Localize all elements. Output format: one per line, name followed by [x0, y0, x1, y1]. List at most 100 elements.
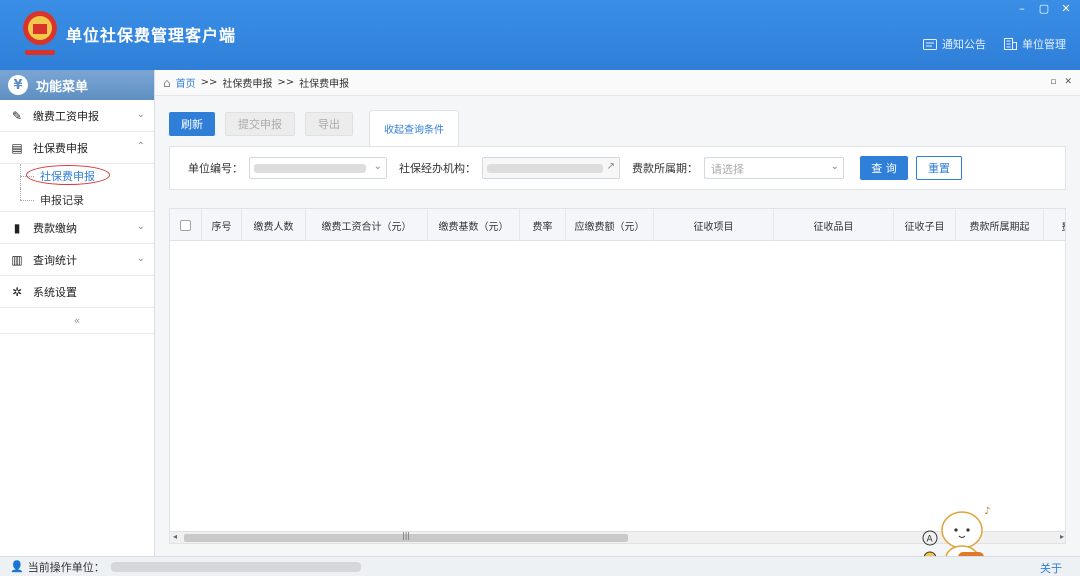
national-emblem-logo: [23, 11, 57, 55]
column-header[interactable]: 费: [1044, 209, 1066, 241]
building-icon: [1004, 38, 1017, 50]
restore-icon[interactable]: ▫: [1050, 77, 1056, 87]
status-bar: 👤 当前操作单位： 关于: [0, 556, 1080, 576]
sidebar-subitem-declare-records[interactable]: 申报记录: [0, 188, 154, 212]
agency-field[interactable]: ↗: [482, 157, 620, 179]
panel-controls: ▫ ✕: [1050, 77, 1072, 87]
sidebar-item-payment[interactable]: ▮ 费款缴纳 ⌄: [0, 212, 154, 244]
unit-manage-label: 单位管理: [1022, 38, 1066, 51]
query-panel: 单位编号： ⌄ 社保经办机构： ↗ 费款所属期： 请选择 ⌄ 查 询 重置: [169, 146, 1066, 190]
tree-line: [20, 188, 21, 200]
chevron-down-icon: ⌄: [136, 221, 145, 232]
close-icon[interactable]: ✕: [1064, 77, 1072, 87]
sidebar-collapse-button[interactable]: «: [0, 308, 154, 334]
breadcrumb-item: 社保费申报: [222, 79, 273, 90]
main-content: ⌂ 首页 >> 社保费申报 >> 社保费申报 ▫ ✕ 刷新 提交申报 导出 收起…: [155, 70, 1080, 556]
period-label: 费款所属期：: [632, 162, 698, 175]
column-header[interactable]: 费率: [520, 209, 566, 241]
toolbar: 刷新 提交申报 导出: [169, 112, 353, 136]
notice-link[interactable]: 通知公告: [923, 36, 986, 52]
minimize-icon[interactable]: –: [1016, 2, 1028, 15]
redacted-unit-name: [110, 561, 361, 572]
export-button[interactable]: 导出: [305, 112, 353, 136]
breadcrumb: ⌂ 首页 >> 社保费申报 >> 社保费申报 ▫ ✕: [155, 70, 1080, 96]
tree-tick: [20, 200, 34, 201]
chevron-down-icon: ⌄: [136, 253, 145, 264]
sidebar-item-label: 缴费工资申报: [33, 109, 99, 123]
redacted-value: [254, 164, 366, 173]
declare-table: 序号 缴费人数 缴费工资合计（元） 缴费基数（元） 费率 应缴费额（元） 征收项…: [169, 208, 1066, 544]
period-placeholder: 请选择: [711, 163, 744, 176]
breadcrumb-item: 社保费申报: [299, 79, 350, 90]
collapse-query-tab[interactable]: 收起查询条件: [369, 110, 459, 146]
notice-icon: [923, 38, 937, 50]
column-header[interactable]: 征收品目: [774, 209, 894, 241]
maximize-icon[interactable]: ▢: [1038, 2, 1050, 15]
scroll-left-icon[interactable]: ◂: [173, 532, 177, 541]
gear-icon: ✲: [11, 284, 23, 299]
document-icon: ▤: [11, 140, 23, 155]
notice-label: 通知公告: [942, 38, 986, 51]
select-all-cell: [170, 209, 202, 241]
svg-text:♪: ♪: [984, 506, 990, 517]
chevron-down-icon: ⌄: [136, 109, 145, 120]
table-header: 序号 缴费人数 缴费工资合计（元） 缴费基数（元） 费率 应缴费额（元） 征收项…: [170, 209, 1066, 241]
book-icon: ▮: [13, 220, 21, 235]
chevron-down-icon: ⌄: [373, 161, 382, 172]
column-header[interactable]: 序号: [202, 209, 242, 241]
sidebar-item-query-stats[interactable]: ▥ 查询统计 ⌄: [0, 244, 154, 276]
scroll-right-icon[interactable]: ▸: [1060, 532, 1064, 541]
sidebar-item-wage-declare[interactable]: ✎ 缴费工资申报 ⌄: [0, 100, 154, 132]
chevron-up-icon: ⌃: [136, 141, 145, 152]
header-links: 通知公告 单位管理: [923, 36, 1066, 52]
sidebar-item-label: 查询统计: [33, 253, 77, 267]
query-button[interactable]: 查 询: [860, 156, 908, 180]
close-icon[interactable]: ✕: [1060, 2, 1072, 15]
resize-icon: ↗: [606, 161, 615, 172]
sidebar-header: ¥ 功能菜单: [0, 70, 154, 100]
scrollbar-grip: |||: [402, 531, 411, 540]
breadcrumb-separator: >>: [200, 77, 218, 88]
current-unit-label: 当前操作单位：: [27, 560, 105, 574]
window-controls: – ▢ ✕: [1016, 2, 1072, 15]
agency-label: 社保经办机构：: [399, 162, 476, 175]
sidebar-item-label: 系统设置: [33, 285, 77, 299]
column-header[interactable]: 费款所属期起: [956, 209, 1044, 241]
chevron-down-icon: ⌄: [830, 161, 839, 172]
sidebar: ¥ 功能菜单 ✎ 缴费工资申报 ⌄ ▤ 社保费申报 ⌃ 社保费申报 申报记录 ▮…: [0, 70, 155, 556]
column-header[interactable]: 应缴费额（元）: [566, 209, 654, 241]
sidebar-item-social-declare[interactable]: ▤ 社保费申报 ⌃: [0, 132, 154, 164]
unit-manage-link[interactable]: 单位管理: [1004, 36, 1066, 52]
unit-code-label: 单位编号：: [188, 162, 243, 175]
svg-text:A: A: [927, 535, 934, 545]
sidebar-subitem-social-declare[interactable]: 社保费申报: [0, 164, 154, 188]
yuan-icon: ¥: [8, 75, 28, 95]
user-icon: 👤: [10, 560, 24, 573]
sidebar-item-settings[interactable]: ✲ 系统设置: [0, 276, 154, 308]
app-header: 单位社保费管理客户端 – ▢ ✕ 通知公告 单位管理: [0, 0, 1080, 70]
column-header[interactable]: 缴费基数（元）: [428, 209, 520, 241]
column-header[interactable]: 缴费人数: [242, 209, 306, 241]
sidebar-subitem-label: 申报记录: [40, 193, 84, 207]
period-select[interactable]: 请选择 ⌄: [704, 157, 844, 179]
sidebar-item-label: 社保费申报: [33, 141, 88, 155]
chart-icon: ▥: [11, 252, 23, 267]
column-header[interactable]: 缴费工资合计（元）: [306, 209, 428, 241]
about-link[interactable]: 关于: [1040, 560, 1062, 576]
select-all-checkbox[interactable]: [180, 219, 191, 231]
column-header[interactable]: 征收项目: [654, 209, 774, 241]
sidebar-title: 功能菜单: [36, 79, 89, 95]
column-header[interactable]: 征收子目: [894, 209, 956, 241]
reset-button[interactable]: 重置: [916, 156, 962, 180]
app-title: 单位社保费管理客户端: [66, 26, 237, 45]
home-icon: ⌂: [163, 75, 171, 90]
highlight-circle: [26, 165, 110, 185]
breadcrumb-home[interactable]: 首页: [176, 75, 196, 90]
breadcrumb-separator: >>: [277, 77, 295, 88]
redacted-value: [487, 164, 603, 173]
refresh-button[interactable]: 刷新: [169, 112, 215, 136]
sidebar-item-label: 费款缴纳: [33, 221, 77, 235]
unit-code-select[interactable]: ⌄: [249, 157, 387, 179]
edit-icon: ✎: [11, 108, 23, 123]
submit-declare-button[interactable]: 提交申报: [225, 112, 295, 136]
